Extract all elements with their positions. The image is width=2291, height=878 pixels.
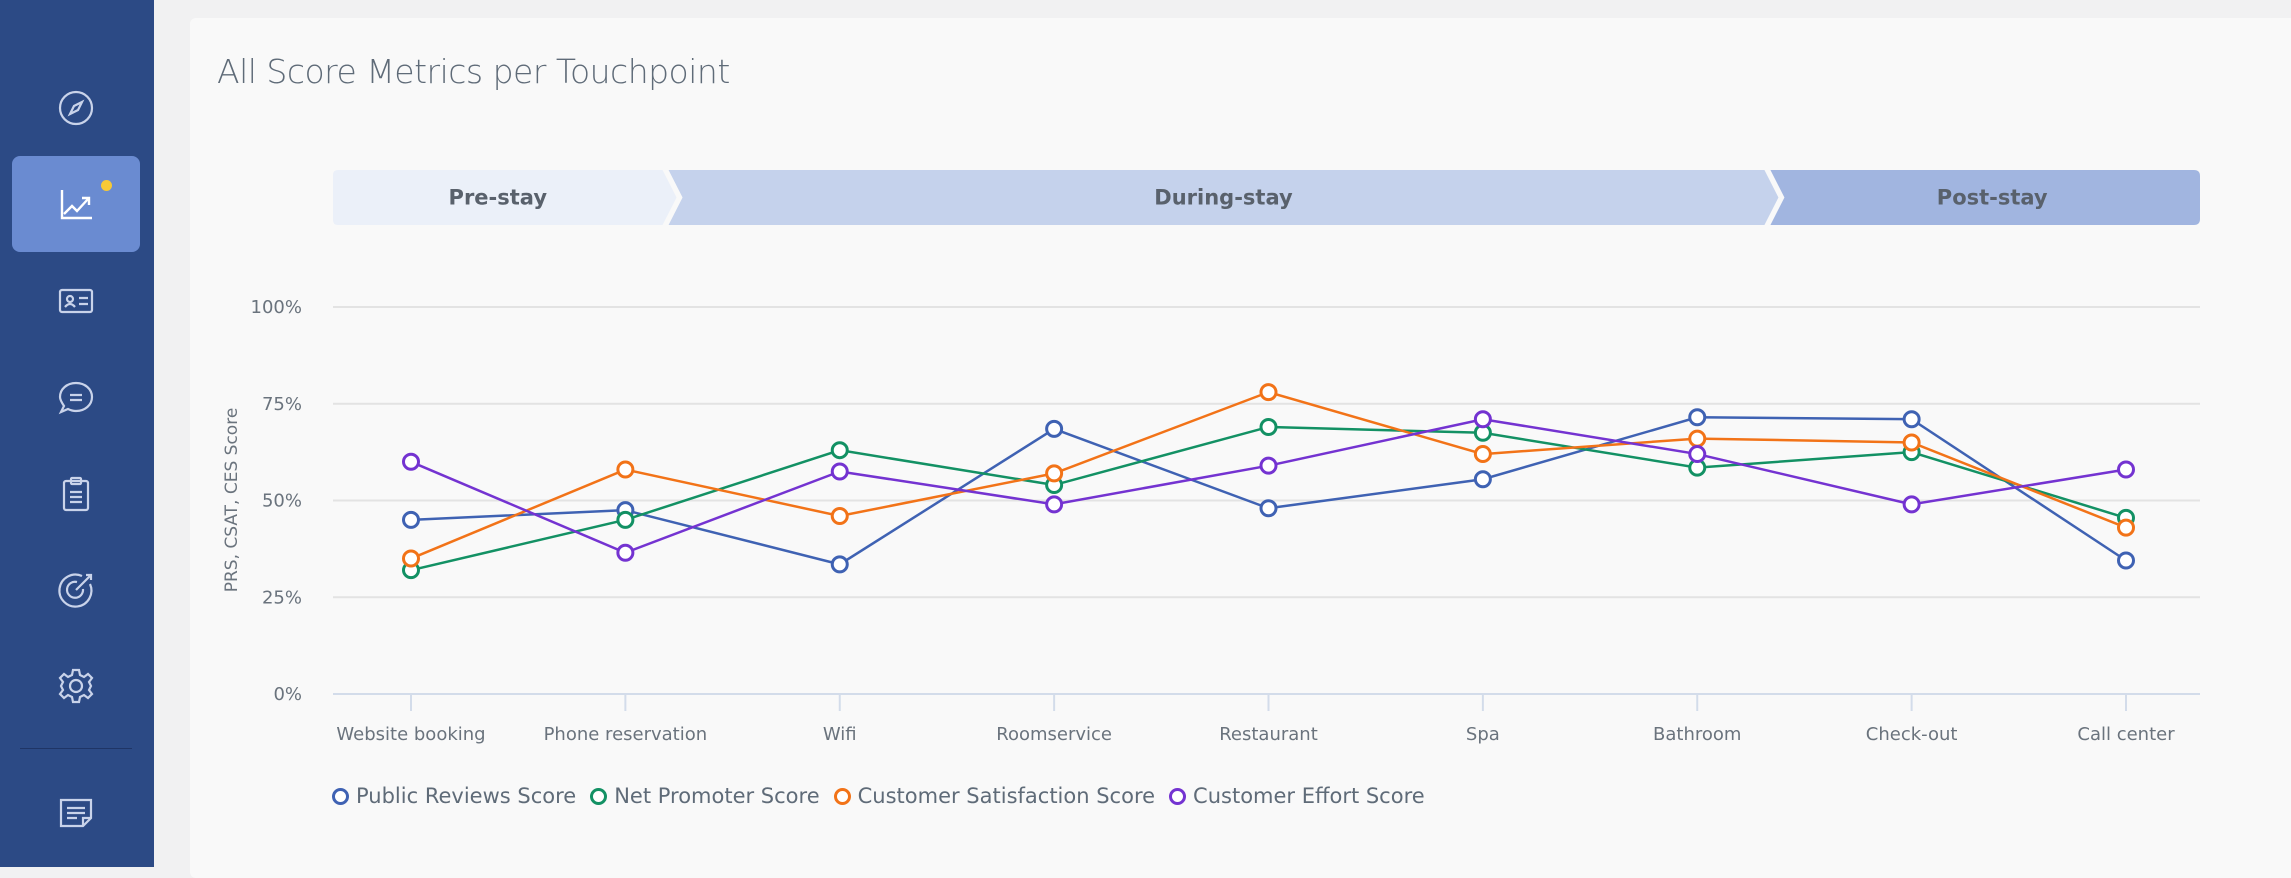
y-tick-label: 100% <box>251 297 302 318</box>
data-point <box>616 460 635 479</box>
x-tick-label: Spa <box>1466 724 1500 745</box>
data-point <box>1473 445 1492 464</box>
phase-bar: Pre-stay During-stay Post-stay <box>333 170 2200 225</box>
data-point <box>2117 460 2135 479</box>
series-lines <box>402 383 2135 580</box>
data-point <box>402 452 420 471</box>
phase-post-stay: Post-stay <box>1770 170 2200 225</box>
x-axis: Website booking Phone reservation Wifi Room… <box>336 694 2175 745</box>
data-point <box>830 555 849 574</box>
series-line <box>410 390 2127 560</box>
x-tick-label: Restaurant <box>1219 724 1318 745</box>
data-point <box>1045 419 1064 438</box>
data-point <box>1688 445 1707 464</box>
data-point <box>1259 417 1278 436</box>
data-point <box>830 462 849 481</box>
legend-marker-icon <box>833 787 851 805</box>
data-point <box>830 506 849 525</box>
data-point <box>1688 408 1707 427</box>
phase-during-stay: During-stay <box>668 170 1779 225</box>
legend-item[interactable]: Net Promoter Score <box>590 784 820 808</box>
data-point <box>402 510 420 529</box>
data-point <box>1259 383 1278 402</box>
data-point <box>1902 410 1921 429</box>
legend-item[interactable]: Customer Satisfaction Score <box>833 784 1156 808</box>
data-point <box>1902 433 1921 452</box>
data-point <box>1473 410 1492 429</box>
y-tick-label: 75% <box>262 394 302 415</box>
line-chart: Pre-stay During-stay Post-stay 0% 25% 50% 75%… <box>222 170 2200 745</box>
legend-label: Customer Effort Score <box>1193 784 1425 808</box>
x-tick-label: Website booking <box>336 724 485 745</box>
legend-marker-icon <box>590 787 608 805</box>
series-line <box>410 425 2127 572</box>
x-tick-label: Phone reservation <box>544 724 708 745</box>
y-tick-label: 0% <box>273 684 302 705</box>
legend-label: Customer Satisfaction Score <box>857 784 1156 808</box>
phase-label: Post-stay <box>1937 186 2048 210</box>
data-point <box>1259 499 1278 518</box>
data-point <box>1259 456 1278 475</box>
series-net-promoter-score <box>402 417 2135 580</box>
y-axis-title: PRS, CSAT, CES Score <box>222 408 242 593</box>
data-point <box>1902 495 1921 514</box>
data-point <box>2117 551 2135 570</box>
phase-label: Pre-stay <box>449 186 548 210</box>
data-point <box>2117 518 2135 537</box>
data-point <box>1045 464 1064 483</box>
phase-label: During-stay <box>1154 186 1293 210</box>
data-point <box>616 543 635 562</box>
x-tick-label: Wifi <box>823 724 857 745</box>
legend: Public Reviews Score Net Promoter Score Cu… <box>332 784 1425 808</box>
data-point <box>1045 495 1064 514</box>
phase-pre-stay: Pre-stay <box>333 170 677 225</box>
data-point <box>1473 470 1492 489</box>
series-line <box>410 416 2127 566</box>
legend-item[interactable]: Customer Effort Score <box>1169 784 1425 808</box>
x-tick-label: Check-out <box>1866 724 1958 745</box>
legend-label: Public Reviews Score <box>356 784 577 808</box>
y-tick-label: 25% <box>262 587 302 608</box>
data-point <box>616 510 635 529</box>
data-point <box>402 549 420 568</box>
x-tick-label: Roomservice <box>996 724 1112 745</box>
legend-label: Net Promoter Score <box>614 784 820 808</box>
y-tick-label: 50% <box>262 491 302 512</box>
legend-item[interactable]: Public Reviews Score <box>332 784 576 808</box>
series-line <box>410 417 2127 555</box>
data-point <box>830 441 849 460</box>
legend-marker-icon <box>332 787 349 805</box>
data-point <box>1688 429 1707 448</box>
legend-marker-icon <box>1169 787 1187 805</box>
x-tick-label: Call center <box>2077 724 2175 745</box>
y-axis-labels: 0% 25% 50% 75% 100% <box>251 297 302 705</box>
x-tick-label: Bathroom <box>1653 724 1741 745</box>
